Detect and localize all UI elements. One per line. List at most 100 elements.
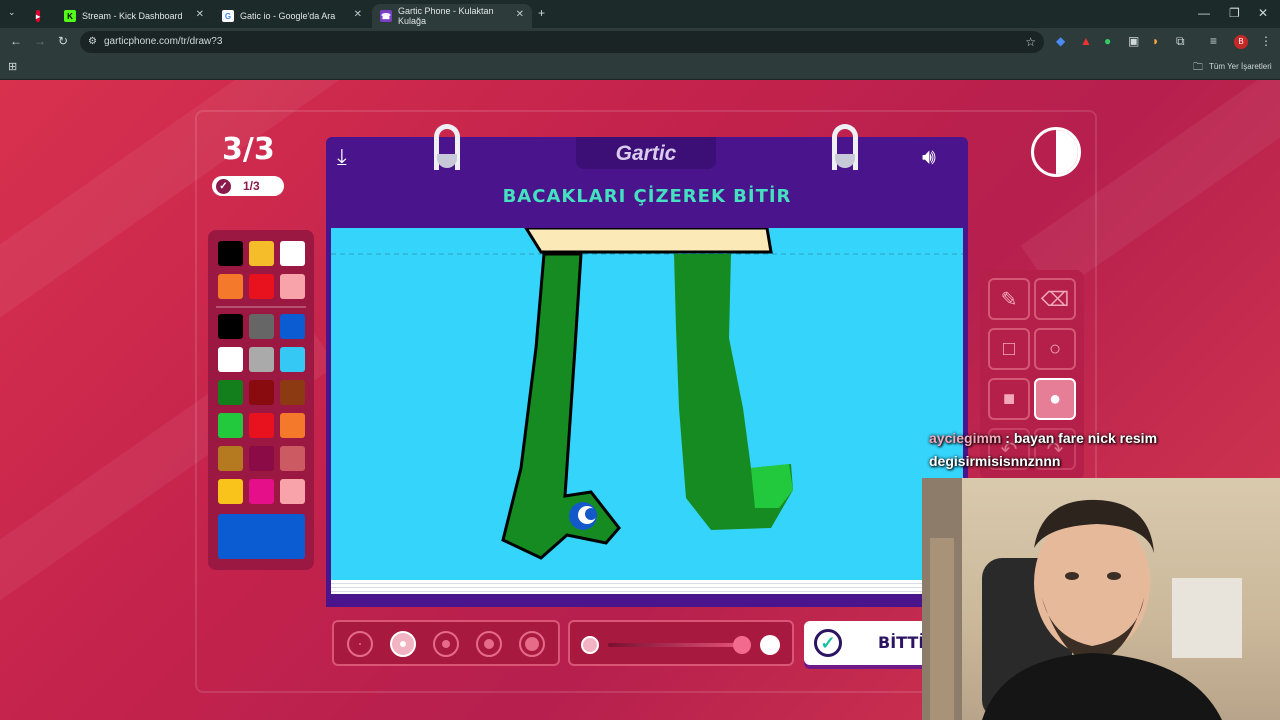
window-close-icon[interactable]: ✕ [1258, 6, 1268, 20]
right-foot-stroke [751, 464, 793, 508]
contrast-toggle-button[interactable] [1031, 127, 1081, 177]
extension-icon[interactable]: ▣ [1128, 34, 1139, 48]
color-swatch[interactable] [280, 446, 305, 471]
task-title: BACAKLARI ÇİZEREK BİTİR [502, 186, 792, 207]
chat-username: ayciegimm [929, 430, 1002, 446]
selected-color-preview [218, 514, 305, 559]
reload-icon[interactable]: ↻ [58, 34, 68, 48]
extension-icon[interactable]: ● [1104, 34, 1111, 48]
color-swatch[interactable] [218, 347, 243, 372]
tab-label: Gartic Phone - Kulaktan Kulağa [398, 6, 494, 26]
new-tab-icon[interactable]: + [538, 6, 545, 20]
check-icon: ✓ [814, 629, 842, 657]
color-swatch[interactable] [218, 380, 243, 405]
site-info-icon[interactable]: ⚙ [88, 31, 97, 53]
color-swatch[interactable] [249, 380, 274, 405]
done-count-text: 1/3 [243, 179, 260, 193]
color-swatch[interactable] [218, 314, 243, 339]
pencil-icon[interactable]: ✎ [988, 278, 1030, 320]
media-icon[interactable]: ≡ [1210, 34, 1217, 48]
contrast-icon [1056, 130, 1078, 174]
opacity-slider-handle[interactable] [733, 636, 751, 654]
circle-outline-icon[interactable]: ○ [1034, 328, 1076, 370]
tab-label: Stream - Kick Dashboard [82, 11, 183, 21]
close-icon[interactable]: ✕ [516, 9, 524, 20]
back-icon[interactable]: ← [10, 34, 22, 48]
restore-icon[interactable]: ❐ [1229, 6, 1240, 20]
done-count-badge: ✓ 1/3 [212, 176, 284, 196]
tab-kick[interactable]: K Stream - Kick Dashboard ✕ [56, 4, 212, 28]
youtube-icon: ▸ [36, 10, 41, 22]
tab-youtube[interactable]: ▸ [28, 4, 52, 28]
download-icon[interactable]: ⤓ [337, 144, 347, 170]
color-swatch[interactable] [249, 314, 274, 339]
extensions-puzzle-icon[interactable]: ⧉ [1176, 34, 1185, 49]
square-outline-icon[interactable]: □ [988, 328, 1030, 370]
palette-divider [216, 306, 306, 308]
color-swatch[interactable] [249, 241, 274, 266]
folder-icon: 🗀 [1193, 62, 1203, 73]
opacity-slider[interactable] [608, 643, 748, 647]
color-swatch[interactable] [280, 413, 305, 438]
bookmarks-bar: ⊞ 🗀 Tüm Yer İşaretleri [0, 56, 1280, 80]
forward-icon[interactable]: → [34, 34, 46, 48]
gartic-logo: Gartic [615, 142, 677, 165]
brush-size-option[interactable] [347, 631, 373, 657]
minimize-icon[interactable]: — [1198, 6, 1210, 20]
tab-gartic[interactable]: ☎ Gartic Phone - Kulaktan Kulağa ✕ [372, 4, 532, 28]
color-swatch[interactable] [249, 347, 274, 372]
address-bar[interactable]: ⚙ garticphone.com/tr/draw?3 ☆ [80, 31, 1044, 53]
close-icon[interactable]: ✕ [354, 9, 362, 20]
square-filled-icon[interactable]: ■ [988, 378, 1030, 420]
stream-chat-message: ayciegimm : bayan fare nick resim degisi… [929, 427, 1269, 473]
browser-toolbar: ← → ↻ ⚙ garticphone.com/tr/draw?3 ☆ ◆ ▲ … [0, 28, 1280, 56]
menu-icon[interactable]: ⋮ [1260, 34, 1272, 48]
tab-label: Gatic io - Google'da Ara [240, 11, 336, 21]
drawing-canvas[interactable] [331, 228, 963, 580]
drawing-svg [331, 228, 963, 560]
pdf-extension-icon[interactable]: ▲ [1080, 34, 1092, 48]
close-icon[interactable]: ✕ [196, 9, 204, 20]
volume-icon[interactable]: 🔊︎ [922, 144, 936, 170]
tab-search-icon[interactable]: ⌄ [8, 7, 16, 18]
brush-size-option[interactable] [519, 631, 545, 657]
profile-avatar[interactable]: B [1234, 35, 1248, 49]
previous-drawing-strip [524, 228, 773, 254]
left-leg-stroke [501, 252, 621, 560]
check-icon: ✓ [216, 178, 231, 194]
all-bookmarks-label[interactable]: Tüm Yer İşaretleri [1209, 62, 1272, 71]
color-swatch[interactable] [280, 241, 305, 266]
color-swatch[interactable] [218, 413, 243, 438]
tab-google[interactable]: G Gatic io - Google'da Ara ✕ [214, 4, 370, 28]
color-swatch[interactable] [280, 380, 305, 405]
notebook-pages [331, 580, 963, 594]
brush-size-option[interactable] [433, 631, 459, 657]
extension-icon[interactable]: ◆ [1056, 34, 1065, 48]
color-swatch[interactable] [218, 274, 243, 299]
color-swatch[interactable] [249, 413, 274, 438]
brush-size-option[interactable] [476, 631, 502, 657]
chat-separator: : [1001, 430, 1014, 446]
circle-filled-icon[interactable]: ● [1034, 378, 1076, 420]
color-swatch[interactable] [218, 479, 243, 504]
webcam-overlay [922, 478, 1280, 720]
google-icon: G [222, 10, 234, 22]
eraser-icon[interactable]: ⌫ [1034, 278, 1076, 320]
kick-icon: K [64, 10, 76, 22]
opacity-min-icon [581, 636, 599, 654]
color-swatch[interactable] [280, 314, 305, 339]
color-swatch[interactable] [280, 274, 305, 299]
color-swatch[interactable] [218, 446, 243, 471]
brush-size-option[interactable] [390, 631, 416, 657]
color-swatch[interactable] [280, 479, 305, 504]
color-swatch[interactable] [218, 241, 243, 266]
url-text: garticphone.com/tr/draw?3 [104, 36, 223, 47]
color-swatch[interactable] [249, 446, 274, 471]
color-swatch[interactable] [249, 479, 274, 504]
extension-icon[interactable]: ◗ [1152, 34, 1159, 48]
star-icon[interactable]: ☆ [1025, 31, 1036, 53]
gartic-phone-icon: ☎ [380, 10, 392, 22]
apps-grid-icon[interactable]: ⊞ [8, 60, 17, 73]
color-swatch[interactable] [249, 274, 274, 299]
color-swatch[interactable] [280, 347, 305, 372]
